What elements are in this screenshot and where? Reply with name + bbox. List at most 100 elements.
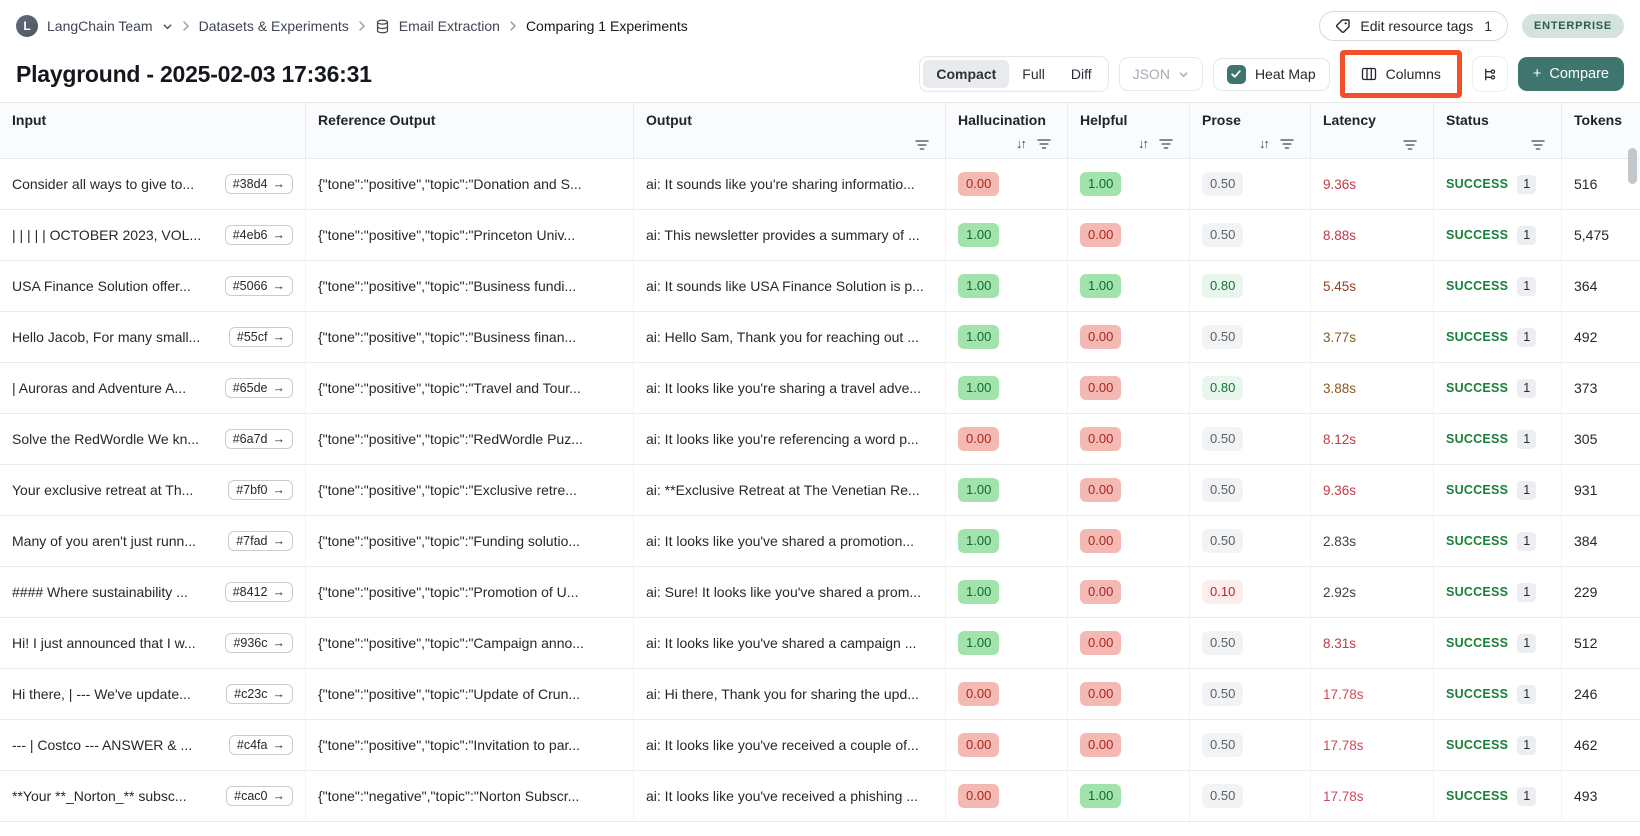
latency-cell: 8.12s xyxy=(1311,414,1434,464)
tokens-value: 364 xyxy=(1574,278,1597,294)
heat-map-toggle[interactable]: Heat Map xyxy=(1213,58,1330,91)
latency-value: 8.12s xyxy=(1323,432,1356,447)
prose-cell: 0.50 xyxy=(1190,720,1311,770)
example-id-chip[interactable]: #65de→ xyxy=(225,378,293,398)
example-id-chip[interactable]: #4eb6→ xyxy=(225,225,293,245)
table-row[interactable]: **Your **_Norton_** subsc...#cac0→ {"tone… xyxy=(0,771,1640,822)
reference-output-text: {"tone":"positive","topic":"RedWordle Pu… xyxy=(318,431,583,447)
filter-icon[interactable] xyxy=(1280,138,1294,150)
breadcrumb-team[interactable]: LangChain Team xyxy=(47,18,153,34)
arrow-right-icon: → xyxy=(273,534,286,548)
run-count-chip: 1 xyxy=(1517,226,1536,245)
reference-output-text: {"tone":"positive","topic":"Campaign ann… xyxy=(318,635,584,651)
latency-value: 8.88s xyxy=(1323,228,1356,243)
input-cell: **Your **_Norton_** subsc...#cac0→ xyxy=(0,771,306,821)
example-id-chip[interactable]: #7bf0→ xyxy=(228,480,293,500)
top-bar: L LangChain Team Datasets & Experiments … xyxy=(0,0,1640,52)
latency-value: 17.78s xyxy=(1323,789,1364,804)
tokens-cell: 246 xyxy=(1562,669,1640,719)
status-badge: SUCCESS xyxy=(1446,279,1508,293)
compare-button[interactable]: + Compare xyxy=(1518,57,1624,91)
example-id-chip[interactable]: #8412→ xyxy=(225,582,293,602)
arrow-right-icon: → xyxy=(273,789,286,803)
reference-output-text: {"tone":"positive","topic":"Business fun… xyxy=(318,278,576,294)
hallucination-score-badge: 1.00 xyxy=(958,580,999,604)
filter-icon[interactable] xyxy=(1037,138,1051,150)
filter-icon[interactable] xyxy=(915,139,929,151)
view-mode-compact[interactable]: Compact xyxy=(923,60,1009,88)
table-row[interactable]: | Auroras and Adventure A...#65de→{"tone… xyxy=(0,363,1640,414)
table-row[interactable]: Your exclusive retreat at Th...#7bf0→{"t… xyxy=(0,465,1640,516)
prose-score-badge: 0.50 xyxy=(1202,682,1243,706)
sort-icon[interactable]: ↓↑ xyxy=(1016,136,1025,151)
breadcrumb-dataset[interactable]: Email Extraction xyxy=(399,18,500,34)
table-row[interactable]: #### Where sustainability ...#8412→{"ton… xyxy=(0,567,1640,618)
output-text: ai: Hello Sam, Thank you for reaching ou… xyxy=(646,329,919,345)
reference-output-text: {"tone":"positive","topic":"Travel and T… xyxy=(318,380,581,396)
tokens-value: 384 xyxy=(1574,533,1597,549)
filter-icon[interactable] xyxy=(1531,139,1545,151)
chevron-down-icon[interactable] xyxy=(162,21,173,32)
prose-cell: 0.50 xyxy=(1190,312,1311,362)
view-mode-full[interactable]: Full xyxy=(1009,60,1058,88)
breadcrumb-section[interactable]: Datasets & Experiments xyxy=(199,18,349,34)
example-id-chip[interactable]: #38d4→ xyxy=(225,174,293,194)
example-id-chip[interactable]: #5066→ xyxy=(225,276,293,296)
example-id-chip[interactable]: #c4fa→ xyxy=(229,735,293,755)
arrow-right-icon: → xyxy=(273,738,286,752)
hallucination-score-badge: 0.00 xyxy=(958,682,999,706)
arrow-right-icon: → xyxy=(273,177,286,191)
status-badge: SUCCESS xyxy=(1446,330,1508,344)
compare-view-button[interactable] xyxy=(1472,56,1508,92)
filter-icon[interactable] xyxy=(1159,138,1173,150)
example-id-chip[interactable]: #cac0→ xyxy=(226,786,293,806)
reference-output-cell: {"tone":"positive","topic":"Travel and T… xyxy=(306,363,634,413)
table-row[interactable]: | | | | | OCTOBER 2023, VOL...#4eb6→{"to… xyxy=(0,210,1640,261)
helpful-score-badge: 1.00 xyxy=(1080,172,1121,196)
latency-value: 3.88s xyxy=(1323,381,1356,396)
example-id-chip[interactable]: #7fad→ xyxy=(228,531,293,551)
heat-map-checkbox[interactable] xyxy=(1227,65,1246,84)
output-cell: ai: Hello Sam, Thank you for reaching ou… xyxy=(634,312,946,362)
example-id-chip[interactable]: #936c→ xyxy=(225,633,293,653)
filter-icon[interactable] xyxy=(1403,139,1417,151)
helpful-score-badge: 0.00 xyxy=(1080,427,1121,451)
column-label: Status xyxy=(1446,112,1549,128)
sort-icon[interactable]: ↓↑ xyxy=(1138,136,1147,151)
table-row[interactable]: Many of you aren't just runn...#7fad→{"t… xyxy=(0,516,1640,567)
columns-label: Columns xyxy=(1386,66,1441,82)
table-row[interactable]: Solve the RedWordle We kn...#6a7d→{"tone… xyxy=(0,414,1640,465)
table-header-row: InputReference OutputOutputHallucination… xyxy=(0,102,1640,159)
status-cell: SUCCESS1 xyxy=(1434,465,1562,515)
example-id-chip[interactable]: #55cf→ xyxy=(229,327,293,347)
team-avatar[interactable]: L xyxy=(16,15,38,37)
tokens-cell: 229 xyxy=(1562,567,1640,617)
table-row[interactable]: Hi there, | --- We've update...#c23c→{"t… xyxy=(0,669,1640,720)
example-id-chip[interactable]: #c23c→ xyxy=(226,684,293,704)
reference-output-text: {"tone":"negative","topic":"Norton Subsc… xyxy=(318,788,579,804)
helpful-cell: 0.00 xyxy=(1068,363,1190,413)
tokens-cell: 492 xyxy=(1562,312,1640,362)
output-text: ai: It looks like you've shared a promot… xyxy=(646,533,914,549)
tokens-value: 305 xyxy=(1574,431,1597,447)
table-row[interactable]: Hi! I just announced that I w... #936c→ {"… xyxy=(0,618,1640,669)
table-row[interactable]: USA Finance Solution offer...#5066→{"ton… xyxy=(0,261,1640,312)
table-row[interactable]: Hello Jacob, For many small...#55cf→{"to… xyxy=(0,312,1640,363)
example-id-chip[interactable]: #6a7d→ xyxy=(225,429,293,449)
columns-button[interactable]: Columns xyxy=(1348,58,1454,90)
breadcrumb-separator-icon xyxy=(509,20,517,32)
helpful-score-badge: 0.00 xyxy=(1080,529,1121,553)
format-select[interactable]: JSON xyxy=(1119,57,1203,91)
input-text: Hi! I just announced that I w... xyxy=(12,635,196,651)
sort-icon[interactable]: ↓↑ xyxy=(1259,136,1268,151)
column-header-status: Status xyxy=(1434,103,1562,158)
tokens-value: 229 xyxy=(1574,584,1597,600)
edit-resource-tags-button[interactable]: Edit resource tags 1 xyxy=(1319,11,1508,41)
toolbar: Compact Full Diff JSON Heat Map xyxy=(919,50,1624,98)
table-row[interactable]: --- | Costco --- ANSWER & ...#c4fa→{"ton… xyxy=(0,720,1640,771)
table-row[interactable]: Consider all ways to give to...#38d4→{"t… xyxy=(0,159,1640,210)
vertical-scrollbar[interactable] xyxy=(1628,148,1637,184)
view-mode-diff[interactable]: Diff xyxy=(1058,60,1105,88)
output-cell: ai: It looks like you've received a phis… xyxy=(634,771,946,821)
heat-map-label: Heat Map xyxy=(1255,66,1316,82)
